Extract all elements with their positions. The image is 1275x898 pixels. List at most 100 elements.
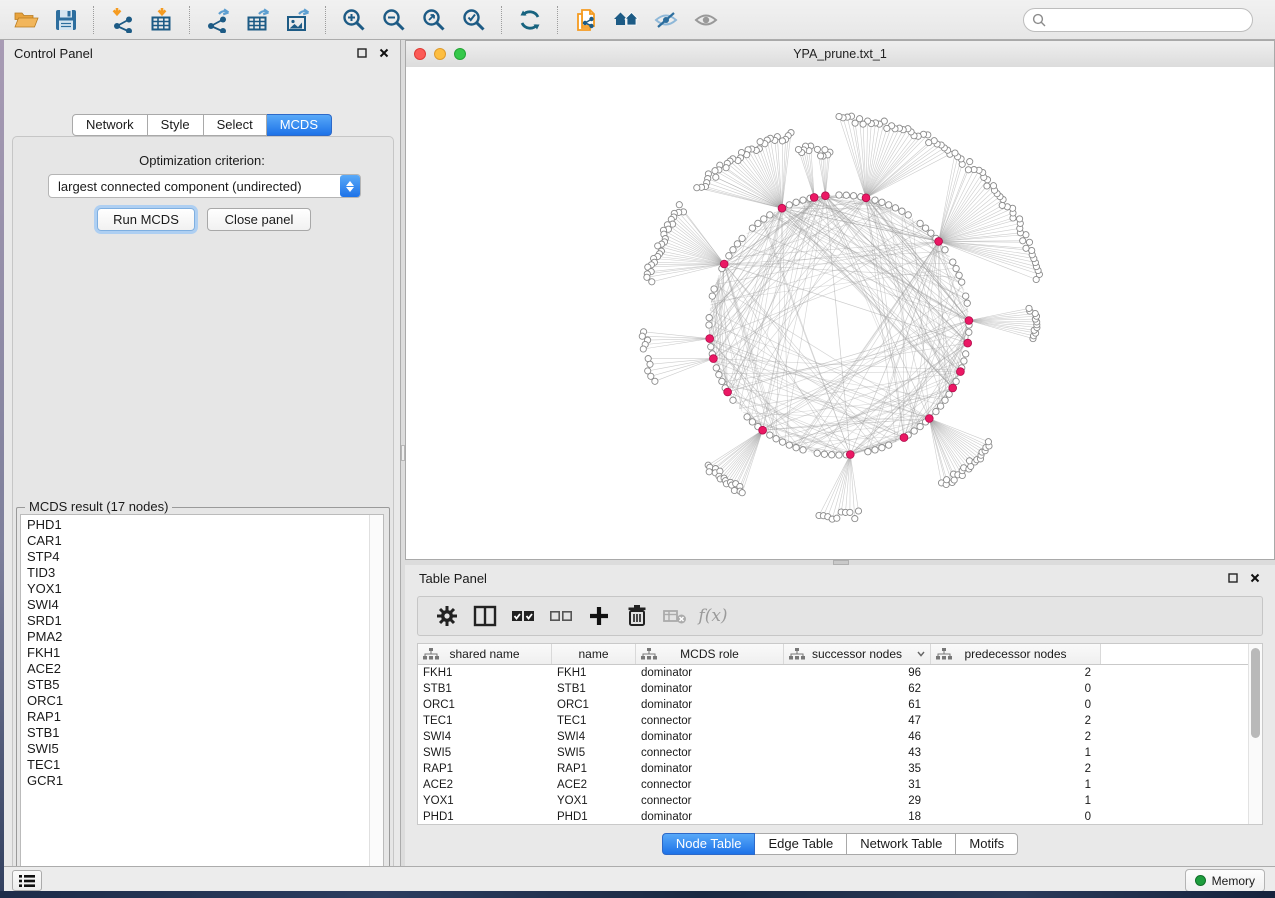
table-cell[interactable]: 31 bbox=[784, 779, 931, 791]
save-session-button[interactable] bbox=[46, 4, 86, 36]
mcds-result-item[interactable]: RAP1 bbox=[27, 709, 369, 725]
open-session-button[interactable] bbox=[6, 4, 46, 36]
mcds-result-item[interactable]: TID3 bbox=[27, 565, 369, 581]
export-network-button[interactable] bbox=[198, 4, 238, 36]
table-cell[interactable]: 0 bbox=[931, 811, 1101, 823]
refresh-network-button[interactable] bbox=[510, 4, 550, 36]
table-scrollbar[interactable] bbox=[1248, 644, 1262, 824]
hide-selected-button[interactable] bbox=[646, 4, 686, 36]
table-cell[interactable]: 61 bbox=[784, 699, 931, 711]
table-cell[interactable]: 29 bbox=[784, 795, 931, 807]
mcds-result-item[interactable]: TEC1 bbox=[27, 757, 369, 773]
network-canvas[interactable] bbox=[406, 67, 1274, 559]
home-view-button[interactable] bbox=[606, 4, 646, 36]
export-table-button[interactable] bbox=[238, 4, 278, 36]
table-cell[interactable]: 18 bbox=[784, 811, 931, 823]
show-all-button[interactable] bbox=[686, 4, 726, 36]
table-cell[interactable]: 2 bbox=[931, 731, 1101, 743]
table-cell[interactable]: dominator bbox=[636, 731, 784, 743]
mcds-result-item[interactable]: PHD1 bbox=[27, 517, 369, 533]
table-cell[interactable]: dominator bbox=[636, 667, 784, 679]
clone-network-button[interactable] bbox=[566, 4, 606, 36]
mcds-result-item[interactable]: SWI4 bbox=[27, 597, 369, 613]
table-cell[interactable]: 0 bbox=[931, 683, 1101, 695]
column-header-name[interactable]: name bbox=[552, 644, 636, 664]
table-cell[interactable]: RAP1 bbox=[418, 763, 552, 775]
table-cell[interactable]: STB1 bbox=[418, 683, 552, 695]
mcds-result-item[interactable]: SWI5 bbox=[27, 741, 369, 757]
table-row[interactable]: YOX1YOX1connector291 bbox=[418, 793, 1248, 809]
table-cell[interactable]: PHD1 bbox=[418, 811, 552, 823]
search-input[interactable] bbox=[1051, 12, 1244, 29]
table-cell[interactable]: ORC1 bbox=[418, 699, 552, 711]
mcds-result-item[interactable]: STB5 bbox=[27, 677, 369, 693]
table-cell[interactable]: TEC1 bbox=[418, 715, 552, 727]
show-columns-button[interactable] bbox=[466, 600, 504, 632]
zoom-selected-button[interactable] bbox=[454, 4, 494, 36]
mcds-result-item[interactable]: STP4 bbox=[27, 549, 369, 565]
table-row[interactable]: SWI4SWI4dominator462 bbox=[418, 729, 1248, 745]
table-cell[interactable]: SWI5 bbox=[552, 747, 636, 759]
mcds-result-item[interactable]: GCR1 bbox=[27, 773, 369, 789]
mcds-result-item[interactable]: ACE2 bbox=[27, 661, 369, 677]
tab-network[interactable]: Network bbox=[72, 114, 148, 136]
mcds-result-item[interactable]: CAR1 bbox=[27, 533, 369, 549]
table-cell[interactable]: 2 bbox=[931, 667, 1101, 679]
network-graph[interactable] bbox=[406, 67, 1274, 559]
tab-edge-table[interactable]: Edge Table bbox=[755, 833, 847, 855]
column-header-MCDS-role[interactable]: MCDS role bbox=[636, 644, 784, 664]
mcds-result-item[interactable]: FKH1 bbox=[27, 645, 369, 661]
table-cell[interactable]: 96 bbox=[784, 667, 931, 679]
table-cell[interactable]: 47 bbox=[784, 715, 931, 727]
network-window-titlebar[interactable]: YPA_prune.txt_1 bbox=[406, 41, 1274, 68]
table-cell[interactable]: FKH1 bbox=[418, 667, 552, 679]
tab-mcds[interactable]: MCDS bbox=[267, 114, 332, 136]
scrollbar-thumb[interactable] bbox=[1251, 648, 1260, 738]
optimization-select[interactable]: largest connected component (undirected) bbox=[48, 174, 361, 198]
mcds-result-list[interactable]: PHD1CAR1STP4TID3YOX1SWI4SRD1PMA2FKH1ACE2… bbox=[20, 514, 384, 874]
delete-table-button[interactable] bbox=[656, 600, 694, 632]
table-row[interactable]: PHD1PHD1dominator180 bbox=[418, 809, 1248, 824]
memory-button[interactable]: Memory bbox=[1185, 869, 1265, 892]
close-panel-button[interactable]: Close panel bbox=[207, 208, 311, 231]
table-row[interactable]: ACE2ACE2connector311 bbox=[418, 777, 1248, 793]
tab-node-table[interactable]: Node Table bbox=[662, 833, 756, 855]
close-panel-icon[interactable] bbox=[1248, 572, 1261, 585]
export-image-button[interactable] bbox=[278, 4, 318, 36]
zoom-fit-button[interactable] bbox=[414, 4, 454, 36]
table-row[interactable]: STB1STB1dominator620 bbox=[418, 681, 1248, 697]
float-panel-icon[interactable] bbox=[1226, 572, 1239, 585]
table-cell[interactable]: SWI4 bbox=[418, 731, 552, 743]
table-cell[interactable]: PHD1 bbox=[552, 811, 636, 823]
table-cell[interactable]: ACE2 bbox=[418, 779, 552, 791]
table-cell[interactable]: YOX1 bbox=[552, 795, 636, 807]
delete-rows-button[interactable] bbox=[618, 600, 656, 632]
table-cell[interactable]: SWI4 bbox=[552, 731, 636, 743]
table-cell[interactable]: FKH1 bbox=[552, 667, 636, 679]
function-builder-button[interactable]: f(x) bbox=[694, 600, 732, 632]
table-cell[interactable]: SWI5 bbox=[418, 747, 552, 759]
table-cell[interactable]: dominator bbox=[636, 683, 784, 695]
table-cell[interactable]: 1 bbox=[931, 795, 1101, 807]
table-cell[interactable]: 62 bbox=[784, 683, 931, 695]
table-cell[interactable]: 46 bbox=[784, 731, 931, 743]
tab-style[interactable]: Style bbox=[148, 114, 204, 136]
close-panel-icon[interactable] bbox=[377, 47, 390, 60]
table-cell[interactable]: 43 bbox=[784, 747, 931, 759]
mcds-result-item[interactable]: PMA2 bbox=[27, 629, 369, 645]
table-cell[interactable]: 35 bbox=[784, 763, 931, 775]
search-box[interactable] bbox=[1023, 8, 1253, 32]
tab-select[interactable]: Select bbox=[204, 114, 267, 136]
mcds-list-scrollbar[interactable] bbox=[369, 515, 383, 873]
table-cell[interactable]: 1 bbox=[931, 747, 1101, 759]
table-row[interactable]: RAP1RAP1dominator352 bbox=[418, 761, 1248, 777]
column-header-successor-nodes[interactable]: successor nodes bbox=[784, 644, 931, 664]
table-cell[interactable]: dominator bbox=[636, 763, 784, 775]
import-network-button[interactable] bbox=[102, 4, 142, 36]
zoom-out-button[interactable] bbox=[374, 4, 414, 36]
deselect-all-button[interactable] bbox=[542, 600, 580, 632]
zoom-in-button[interactable] bbox=[334, 4, 374, 36]
table-cell[interactable]: RAP1 bbox=[552, 763, 636, 775]
tab-motifs[interactable]: Motifs bbox=[956, 833, 1018, 855]
table-cell[interactable]: ORC1 bbox=[552, 699, 636, 711]
